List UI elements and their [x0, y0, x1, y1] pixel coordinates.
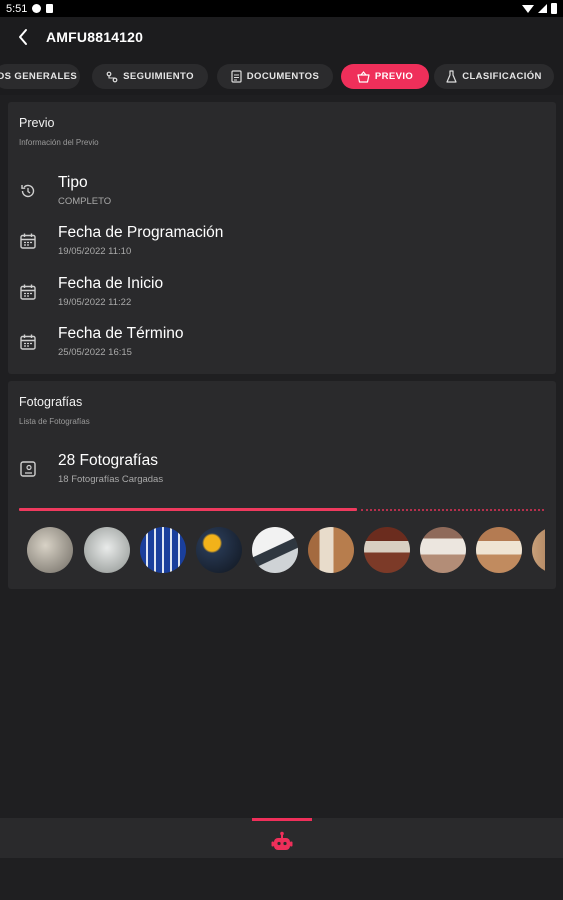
tab-previo[interactable]: PREVIO: [341, 64, 429, 89]
photo-thumbnail[interactable]: [196, 527, 242, 573]
tipo-value: COMPLETO: [58, 196, 112, 207]
photo-thumbnail[interactable]: [252, 527, 298, 573]
upload-progress-remaining: [361, 509, 544, 511]
previo-subtitle: Información del Previo: [19, 138, 99, 147]
upload-progress-bar: [19, 508, 544, 511]
photo-thumbnail-strip[interactable]: [27, 527, 545, 575]
battery-icon: [551, 3, 557, 14]
flask-icon: [446, 70, 457, 83]
tab-seguimiento[interactable]: SEGUIMIENTO: [92, 64, 208, 89]
back-button[interactable]: [0, 17, 46, 57]
bottom-navigation: [0, 818, 563, 858]
fotografias-summary-row[interactable]: 28 Fotografías 18 Fotografías Cargadas: [8, 452, 556, 496]
photo-thumbnail[interactable]: [308, 527, 354, 573]
fecha-termino-value: 25/05/2022 16:15: [58, 347, 132, 358]
calendar-icon: [20, 233, 36, 249]
fotografias-card: Fotografías Lista de Fotografías 28 Foto…: [8, 381, 556, 589]
basket-icon: [357, 70, 370, 83]
tab-documentos[interactable]: DOCUMENTOS: [217, 64, 333, 89]
calendar-icon: [20, 334, 36, 350]
status-time: 5:51: [6, 2, 28, 15]
nav-active-indicator: [252, 818, 312, 821]
calendar-icon: [20, 284, 36, 300]
upload-progress-fill: [19, 508, 357, 511]
previo-title: Previo: [19, 116, 55, 130]
photo-album-icon: [20, 461, 36, 477]
tab-clasificacion[interactable]: CLASIFICACIÓN: [434, 64, 554, 89]
app-bar: AMFU8814120: [0, 17, 563, 57]
previo-card: Previo Información del Previo Tipo COMPL…: [8, 102, 556, 374]
fecha-termino-label: Fecha de Término: [58, 325, 184, 342]
fecha-inicio-label: Fecha de Inicio: [58, 275, 164, 292]
photo-thumbnail[interactable]: [140, 527, 186, 573]
message-icon: [32, 4, 42, 13]
fecha-termino-row: Fecha de Término 25/05/2022 16:15: [8, 325, 556, 369]
document-notification-icon: [46, 4, 54, 13]
document-icon: [231, 70, 242, 83]
route-icon: [106, 71, 118, 82]
tab-label: OS GENERALES: [0, 71, 78, 82]
tab-label: CLASIFICACIÓN: [462, 71, 542, 82]
fotografias-subtitle: Lista de Fotografías: [19, 417, 90, 426]
fecha-programacion-value: 19/05/2022 11:10: [58, 246, 132, 257]
photo-thumbnail[interactable]: [84, 527, 130, 573]
tab-datos-generales[interactable]: OS GENERALES: [0, 64, 80, 89]
photo-thumbnail[interactable]: [532, 527, 545, 573]
tab-label: DOCUMENTOS: [246, 71, 320, 82]
fecha-inicio-value: 19/05/2022 11:22: [58, 297, 132, 308]
status-bar: 5:51: [0, 0, 563, 17]
fotografias-cargadas: 18 Fotografías Cargadas: [58, 474, 164, 485]
fotografias-title: Fotografías: [19, 395, 83, 409]
photo-thumbnail[interactable]: [364, 527, 410, 573]
history-icon: [21, 184, 35, 198]
page-title: AMFU8814120: [46, 29, 144, 45]
fotografias-count: 28 Fotografías: [58, 452, 158, 469]
signal-icon: [538, 4, 547, 13]
wifi-icon: [522, 4, 534, 13]
tab-label: SEGUIMIENTO: [123, 71, 194, 82]
photo-thumbnail[interactable]: [27, 527, 73, 573]
tipo-row: Tipo COMPLETO: [8, 174, 556, 218]
photo-thumbnail[interactable]: [476, 527, 522, 573]
arrow-back-icon: [19, 29, 27, 45]
tipo-label: Tipo: [58, 174, 88, 191]
tab-label: PREVIO: [374, 71, 414, 82]
system-navigation-bar: [0, 858, 563, 900]
tab-bar: OS GENERALES SEGUIMIENTO DOCUMENTOS PREV…: [0, 57, 563, 95]
fecha-programacion-row: Fecha de Programación 19/05/2022 11:10: [8, 224, 556, 268]
fecha-inicio-row: Fecha de Inicio 19/05/2022 11:22: [8, 275, 556, 319]
photo-thumbnail[interactable]: [420, 527, 466, 573]
robot-icon[interactable]: [270, 831, 294, 853]
fecha-programacion-label: Fecha de Programación: [58, 224, 224, 241]
